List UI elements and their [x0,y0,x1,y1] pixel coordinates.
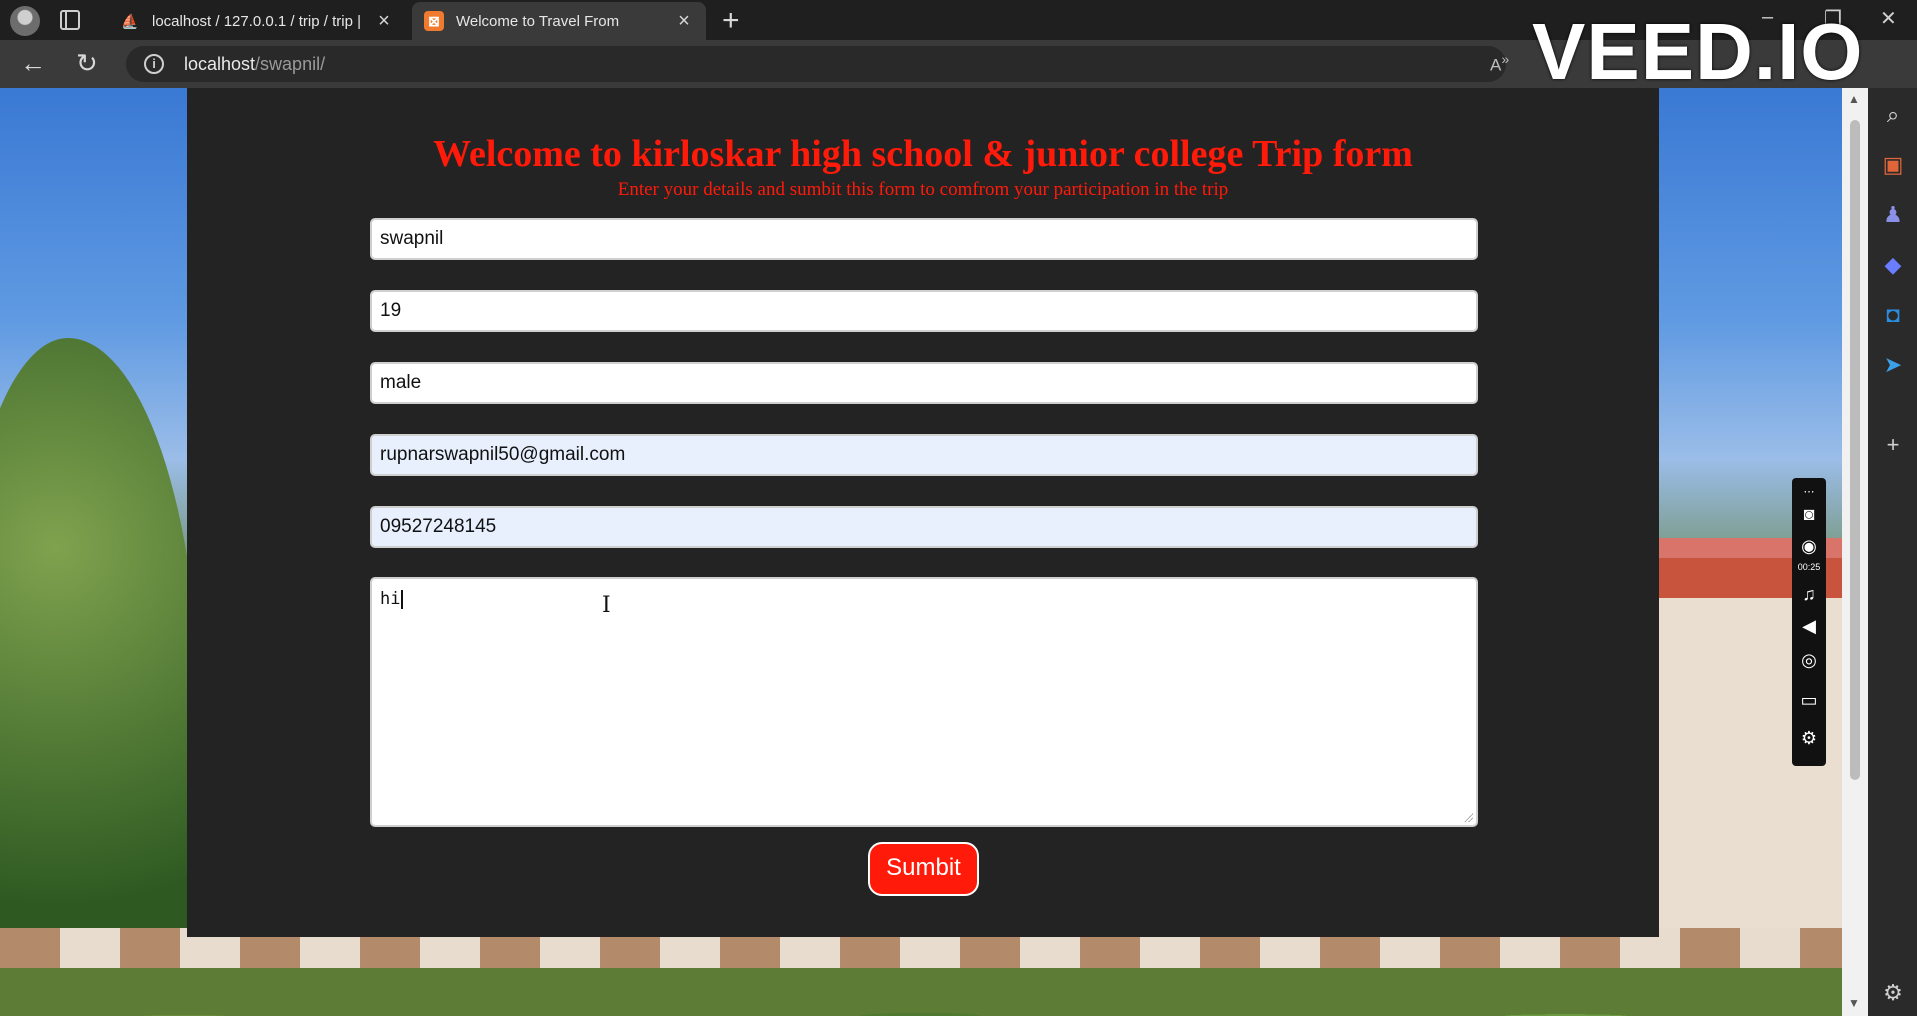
add-icon[interactable]: + [1880,432,1906,458]
xampp-icon: ⊠ [424,11,444,31]
tab-welcome-to-travel-from[interactable]: ⊠ Welcome to Travel From × [412,2,706,40]
screen-recorder-toolbar: ⋯ ◙ ◉ 00:25 ♫ ◀ ◎ ▭ ⚙ [1792,478,1826,766]
page-subtitle: Enter your details and sumbit this form … [617,179,1229,200]
site-info-icon[interactable]: i [144,54,164,74]
trip-form-card: Welcome to kirloskar high school & junio… [187,88,1659,937]
tab-actions-icon[interactable] [60,10,80,30]
email-field[interactable]: rupnarswapnil50@gmail.com [370,434,1478,476]
browser-sidebar: ⌕ ▣ ♟ ◆ ◘ ➤ + ⚙ [1868,88,1917,1016]
page-title: Welcome to kirloskar high school & junio… [433,133,1413,175]
read-aloud-icon[interactable]: A» [1490,52,1509,76]
background-bushes [0,968,1842,1016]
recorder-menu-icon[interactable]: ⋯ [1797,480,1821,504]
people-icon[interactable]: ♟ [1880,202,1906,228]
url-path: /swapnil/ [255,54,326,74]
send-icon[interactable]: ➤ [1880,352,1906,378]
age-field[interactable]: 19 [370,290,1478,332]
url-text: localhost/swapnil/ [184,54,325,75]
back-arrow-icon[interactable]: ← [20,48,46,79]
speaker-icon[interactable]: ◀ [1797,614,1821,638]
description-textarea[interactable]: hi [370,577,1478,827]
submit-button[interactable]: Sumbit [868,842,979,896]
camera-icon[interactable]: ◙ [1797,502,1821,526]
url-input[interactable]: i localhost/swapnil/ [126,46,1506,82]
recording-timer: 00:25 [1797,562,1821,572]
text-caret [401,589,404,609]
new-tab-icon[interactable]: + [722,4,740,38]
resize-handle-icon[interactable] [1463,812,1473,822]
description-text: hi [380,589,401,609]
tools-icon[interactable]: ▣ [1880,152,1906,178]
copilot-icon[interactable]: ◆ [1880,252,1906,278]
tab-title: Welcome to Travel From [456,12,620,30]
scroll-thumb[interactable] [1850,120,1860,780]
search-icon[interactable]: ⌕ [1880,102,1906,128]
record-icon[interactable]: ◉ [1797,534,1821,558]
phpmyadmin-icon: ⛵ [121,12,139,29]
profile-avatar-icon[interactable] [10,6,40,36]
page-viewport: Welcome to kirloskar high school & junio… [0,88,1842,1016]
microphone-icon[interactable]: ♫ [1797,582,1821,606]
url-host: localhost [184,54,256,74]
recorder-settings-icon[interactable]: ⚙ [1797,726,1821,750]
close-window-icon[interactable]: ✕ [1880,6,1897,31]
phone-field[interactable]: 09527248145 [370,506,1478,548]
veed-watermark: VEED.IO [1532,7,1864,96]
reload-icon[interactable]: ↻ [76,48,98,79]
scroll-down-icon[interactable]: ▼ [1848,996,1860,1010]
outlook-icon[interactable]: ◘ [1880,302,1906,328]
tab-close-icon[interactable]: × [674,10,694,33]
ibeam-cursor-icon: I [602,593,611,618]
webcam-icon[interactable]: ◎ [1797,648,1821,672]
gender-field[interactable]: male [370,362,1478,404]
name-field[interactable]: swapnil [370,218,1478,260]
background-tree [0,338,200,1016]
page-scrollbar[interactable]: ▲ ▼ [1842,88,1868,1016]
tab-title: localhost / 127.0.0.1 / trip / trip | [152,12,362,30]
tab-phpmyadmin[interactable]: ⛵ localhost / 127.0.0.1 / trip / trip | … [108,2,406,40]
window-icon[interactable]: ▭ [1797,688,1821,712]
tab-close-icon[interactable]: × [374,10,394,33]
settings-icon[interactable]: ⚙ [1880,980,1906,1006]
